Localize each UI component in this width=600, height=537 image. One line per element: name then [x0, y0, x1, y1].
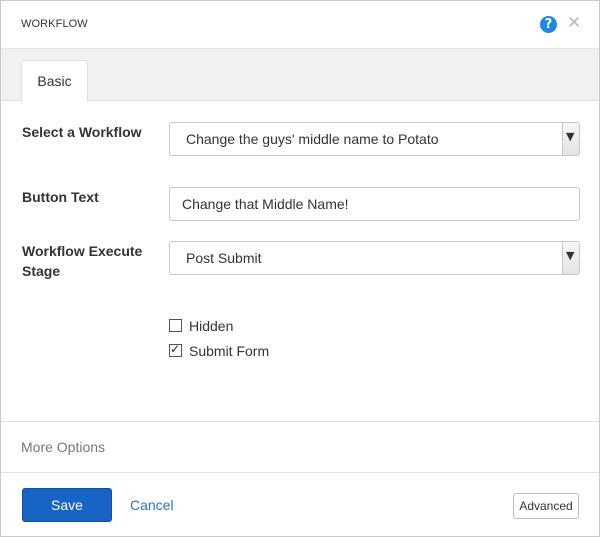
- dialog-header: WORKFLOW ? ✕: [1, 1, 599, 49]
- execute-stage-select-arrow[interactable]: ▼: [562, 242, 579, 274]
- workflow-dialog: WORKFLOW ? ✕ Basic Select a Workflow Cha…: [0, 0, 600, 537]
- close-icon[interactable]: ✕: [567, 14, 581, 32]
- more-options-label[interactable]: More Options: [21, 439, 105, 455]
- cancel-button[interactable]: Cancel: [130, 497, 174, 513]
- save-button[interactable]: Save: [22, 488, 112, 522]
- workflow-select-value: Change the guys' middle name to Potato: [186, 131, 439, 147]
- advanced-button[interactable]: Advanced: [513, 493, 579, 519]
- tab-basic[interactable]: Basic: [21, 60, 88, 102]
- button-text-input[interactable]: [169, 187, 580, 221]
- more-options-section[interactable]: More Options: [1, 421, 599, 473]
- hidden-checkbox-label[interactable]: Hidden: [189, 318, 233, 334]
- hidden-checkbox[interactable]: [169, 319, 182, 332]
- submit-form-checkbox[interactable]: ✓: [169, 342, 182, 357]
- select-workflow-label: Select a Workflow: [22, 124, 142, 140]
- dialog-title: WORKFLOW: [21, 18, 88, 30]
- execute-stage-select-value: Post Submit: [186, 250, 262, 266]
- button-text-label: Button Text: [22, 189, 99, 205]
- chevron-down-icon: ▼: [566, 130, 575, 143]
- workflow-select[interactable]: Change the guys' middle name to Potato ▼: [169, 122, 580, 156]
- checkmark-icon: ✓: [170, 342, 181, 356]
- execute-stage-label: Workflow Execute Stage: [22, 243, 143, 279]
- submit-form-checkbox-label[interactable]: Submit Form: [189, 343, 269, 359]
- chevron-down-icon: ▼: [566, 249, 575, 262]
- execute-stage-select[interactable]: Post Submit ▼: [169, 241, 580, 275]
- tab-bar: Basic: [1, 49, 599, 102]
- workflow-select-arrow[interactable]: ▼: [562, 123, 579, 155]
- help-icon[interactable]: ?: [540, 16, 557, 33]
